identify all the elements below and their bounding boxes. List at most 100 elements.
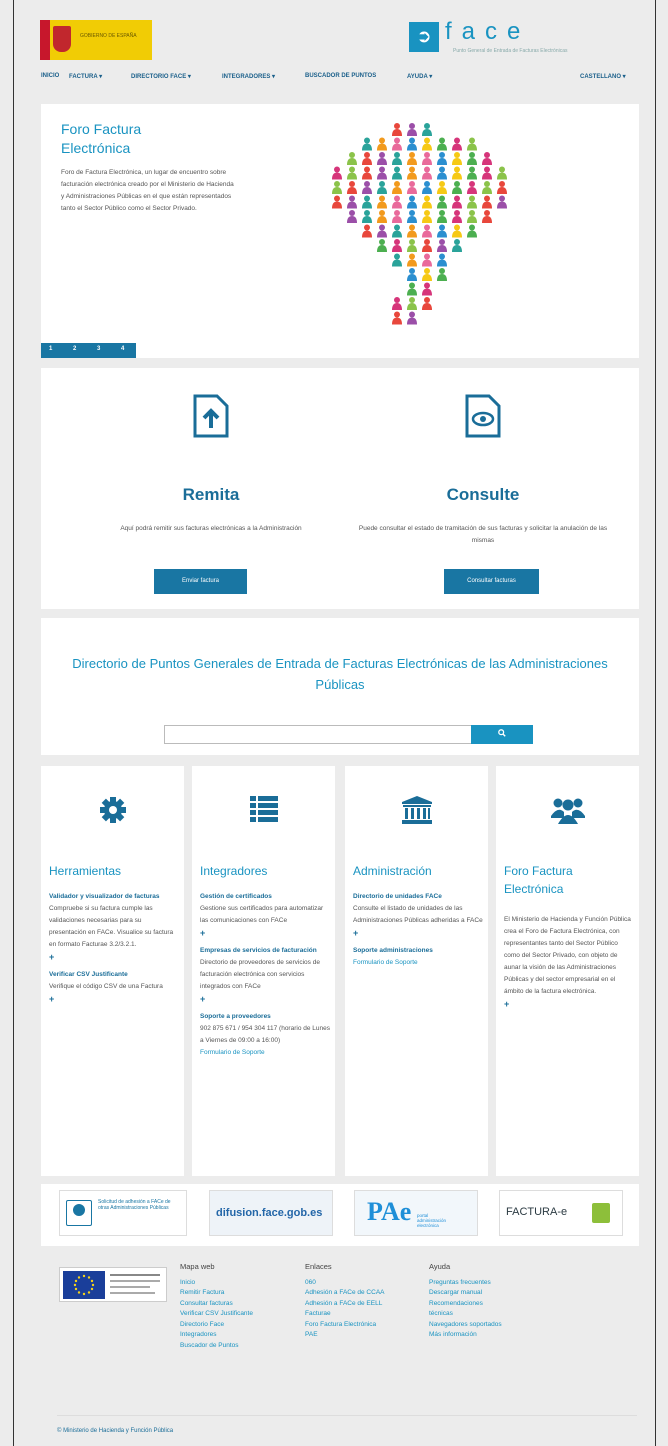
footer-link-integradores[interactable]: Integradores (180, 1330, 300, 1341)
face-logo[interactable]: ➲ face Punto General de Entrada de Factu… (409, 18, 639, 57)
slider-page-2[interactable]: 2 (73, 346, 76, 352)
soporte-administraciones-form-link[interactable]: Formulario de Soporte (353, 957, 483, 969)
nav-ayuda[interactable]: AYUDA ▾ (407, 73, 432, 80)
slider-text: Foro de Factura Electrónica, un lugar de… (61, 169, 234, 212)
foro-title: Foro Factura Electrónica (504, 864, 573, 896)
verificar-csv-text: Verifique el código CSV de una Factura (49, 983, 163, 990)
actions-panel: Remita Aquí podrá remitir sus facturas e… (41, 368, 639, 609)
face-logo-word: face (445, 18, 531, 45)
validador-text: Compruebe si su factura cumple las valid… (49, 905, 174, 948)
nav-factura[interactable]: FACTURA ▾ (69, 73, 102, 80)
footer-link-inicio[interactable]: Inicio (180, 1278, 300, 1289)
directory-search-input[interactable] (164, 725, 473, 744)
banner-solicitud-adhesion[interactable]: Solicitud de adhesión a FACe de otras Ad… (59, 1190, 187, 1236)
footer-link-remitir-factura[interactable]: Remitir Factura (180, 1288, 300, 1299)
footer-link-adhesion-eell[interactable]: Adhesión a FACe de EELL (305, 1299, 400, 1310)
gobierno-logo[interactable]: GOBIERNO DE ESPAÑA (40, 20, 152, 60)
directory-search-button[interactable] (471, 725, 533, 744)
banner-pae-text: PAe (367, 1197, 412, 1226)
footer-mapa-web: Mapa web Inicio Remitir Factura Consulta… (180, 1262, 300, 1351)
gestion-certificados-more-icon[interactable]: + (200, 927, 330, 939)
gear-icon (99, 797, 126, 823)
column-integradores: Integradores Gestión de certificados Ges… (192, 766, 335, 1176)
factura-e-logo-icon (592, 1203, 610, 1223)
banner-factura-e[interactable]: FACTURA-e (499, 1190, 623, 1236)
slider-pager: 1 2 3 4 (41, 343, 136, 358)
partner-banners: Solicitud de adhesión a FACe de otras Ad… (41, 1184, 639, 1246)
validador-link[interactable]: Validador y visualizador de facturas (49, 891, 179, 903)
upload-document-icon (193, 394, 229, 438)
footer-link-pae[interactable]: PAE (305, 1330, 400, 1341)
gestion-certificados-text: Gestione sus certificados para automatiz… (200, 905, 324, 924)
nav-integradores[interactable]: INTEGRADORES ▾ (222, 73, 275, 80)
institution-icon (401, 796, 432, 824)
herramientas-title: Herramientas (49, 864, 122, 878)
footer-link-directorio-face[interactable]: Directorio Face (180, 1320, 300, 1331)
nav-buscador[interactable]: BUSCADOR DE PUNTOS (305, 73, 376, 79)
users-group-icon (550, 798, 585, 824)
footer-link-consultar-facturas[interactable]: Consultar facturas (180, 1299, 300, 1310)
verificar-csv-more-icon[interactable]: + (49, 993, 179, 1005)
directorio-unidades-more-icon[interactable]: + (353, 927, 483, 939)
people-speech-bubble-illustration (332, 123, 507, 325)
footer-link-mas-informacion[interactable]: Más información (429, 1330, 549, 1341)
empresas-servicios-link[interactable]: Empresas de servicios de facturación (200, 945, 330, 957)
footer-link-060[interactable]: 060 (305, 1278, 400, 1289)
nav-directorio-face[interactable]: DIRECTORIO FACE ▾ (131, 73, 191, 80)
slider-page-4[interactable]: 4 (121, 346, 124, 352)
integradores-title: Integradores (200, 864, 268, 878)
enviar-factura-button[interactable]: Enviar factura (154, 569, 247, 594)
slider-title: Foro Factura Electrónica (61, 121, 142, 156)
soporte-proveedores-text: 902 875 671 / 954 304 117 (horario de Lu… (200, 1025, 330, 1044)
footer-link-buscador[interactable]: Buscador de Puntos (180, 1341, 300, 1352)
main-nav: INICIO FACTURA ▾ DIRECTORIO FACE ▾ INTEG… (41, 73, 639, 85)
footer-link-preguntas[interactable]: Preguntas frecuentes (429, 1278, 549, 1289)
hero-slider: Foro Factura Electrónica Foro de Factura… (41, 104, 639, 358)
column-herramientas: Herramientas Validador y visualizador de… (41, 766, 184, 1176)
eu-funds-logo (59, 1267, 167, 1302)
banner-difusion[interactable]: difusion.face.gob.es (209, 1190, 333, 1236)
footer-link-foro[interactable]: Foro Factura Electrónica (305, 1320, 400, 1331)
view-document-icon (465, 394, 501, 438)
footer-enlaces-title: Enlaces (305, 1262, 332, 1271)
gestion-certificados-link[interactable]: Gestión de certificados (200, 891, 330, 903)
slider-page-3[interactable]: 3 (97, 346, 100, 352)
foro-more-icon[interactable]: + (504, 998, 634, 1010)
soporte-administraciones-heading: Soporte administraciones (353, 947, 433, 954)
directory-search-panel: Directorio de Puntos Generales de Entrad… (41, 618, 639, 755)
verificar-csv-link[interactable]: Verificar CSV Justificante (49, 969, 179, 981)
remita-title: Remita (182, 485, 240, 504)
footer-link-recomendaciones[interactable]: Recomendaciones (429, 1299, 549, 1310)
language-select[interactable]: CASTELLANO ▾ (580, 73, 626, 80)
empresas-servicios-text: Directorio de proveedores de servicios d… (200, 959, 320, 990)
banner-pae-subtitle: portal administración electrónica (417, 1213, 447, 1228)
face-logo-subtitle: Punto General de Entrada de Facturas Ele… (453, 48, 568, 54)
consultar-facturas-button[interactable]: Consultar facturas (444, 569, 539, 594)
soporte-proveedores-form-link[interactable]: Formulario de Soporte (200, 1047, 330, 1059)
nav-inicio[interactable]: INICIO (41, 73, 59, 79)
footer-link-tecnicas[interactable]: técnicas (429, 1309, 549, 1320)
copyright: © Ministerio de Hacienda y Función Públi… (57, 1428, 174, 1434)
banner-factura-e-text: FACTURA-e (506, 1206, 568, 1218)
footer-link-manual[interactable]: Descargar manual (429, 1288, 549, 1299)
footer-ayuda: Ayuda Preguntas frecuentes Descargar man… (429, 1262, 549, 1341)
footer-link-navegadores[interactable]: Navegadores soportados (429, 1320, 549, 1331)
footer-link-verificar-csv[interactable]: Verificar CSV Justificante (180, 1309, 300, 1320)
consulte-title: Consulte (446, 485, 520, 504)
face-logo-icon: ➲ (409, 22, 439, 52)
administracion-title: Administración (353, 864, 432, 878)
slider-page-1[interactable]: 1 (49, 346, 52, 352)
consulte-text: Puede consultar el estado de tramitación… (358, 525, 608, 544)
footer-link-adhesion-ccaa[interactable]: Adhesión a FACe de CCAA (305, 1288, 400, 1299)
empresas-servicios-more-icon[interactable]: + (200, 993, 330, 1005)
footer-ayuda-title: Ayuda (429, 1262, 451, 1271)
banner-pae[interactable]: PAe portal administración electrónica (354, 1190, 478, 1236)
column-administracion: Administración Directorio de unidades FA… (345, 766, 488, 1176)
remita-text: Aquí podrá remitir sus facturas electrón… (120, 525, 302, 532)
gov-logo-text: GOBIERNO DE ESPAÑA (80, 33, 137, 39)
footer-link-facturae[interactable]: Facturae (305, 1309, 400, 1320)
directorio-unidades-link[interactable]: Directorio de unidades FACe (353, 891, 483, 903)
soporte-proveedores-heading: Soporte a proveedores (200, 1013, 271, 1020)
validador-more-icon[interactable]: + (49, 951, 179, 963)
list-icon (249, 796, 278, 822)
